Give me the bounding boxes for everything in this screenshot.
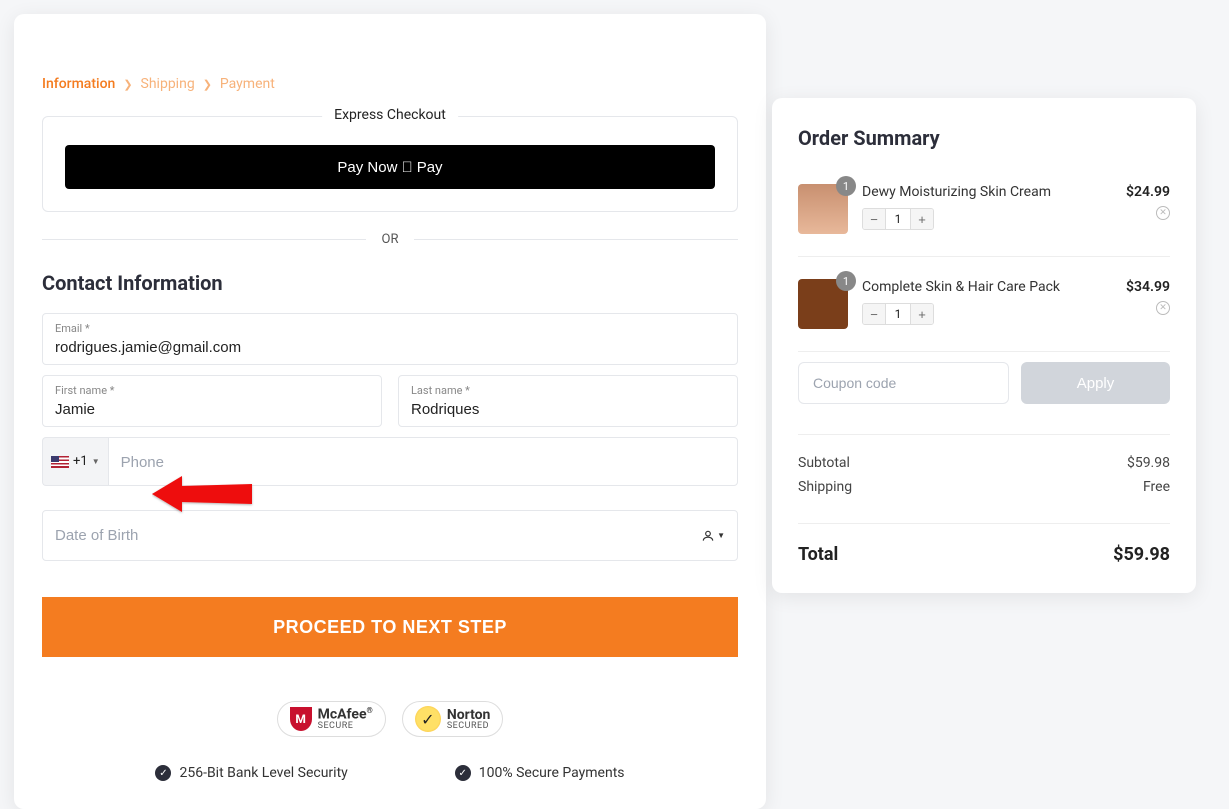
apple-icon:  xyxy=(401,159,412,176)
or-text: OR xyxy=(382,232,399,247)
qty-value: 1 xyxy=(885,304,911,324)
shipping-value: Free xyxy=(1143,479,1170,495)
qty-decrease-button[interactable]: − xyxy=(863,304,885,324)
coupon-input[interactable] xyxy=(798,362,1009,404)
last-name-input[interactable] xyxy=(411,401,725,418)
chevron-right-icon: ❯ xyxy=(123,78,132,91)
security-item-256bit: ✓ 256-Bit Bank Level Security xyxy=(155,765,347,781)
first-name-label: First name * xyxy=(55,384,369,397)
or-divider: OR xyxy=(42,232,738,247)
reg-mark: ® xyxy=(367,706,373,715)
shipping-label: Shipping xyxy=(798,479,852,495)
norton-text: Norton xyxy=(447,708,491,722)
coupon-row: Apply xyxy=(798,362,1170,404)
subtotal-label: Subtotal xyxy=(798,455,850,471)
subtotal-line: Subtotal $59.98 xyxy=(798,455,1170,471)
product-image: 1 xyxy=(798,184,848,234)
last-name-label: Last name * xyxy=(411,384,725,397)
qty-decrease-button[interactable]: − xyxy=(863,209,885,229)
qty-increase-button[interactable]: + xyxy=(911,209,933,229)
email-input[interactable] xyxy=(55,339,725,356)
chevron-right-icon: ❯ xyxy=(203,78,212,91)
divider-line xyxy=(42,239,366,240)
phone-field-wrapper: +1 ▼ xyxy=(42,437,738,486)
phone-input[interactable] xyxy=(121,454,725,471)
norton-check-icon: ✓ xyxy=(415,706,441,732)
product-name: Dewy Moisturizing Skin Cream xyxy=(862,184,1112,200)
product-price: $34.99 xyxy=(1126,279,1170,295)
express-checkout-box: Express Checkout Pay Now Pay xyxy=(42,116,738,212)
breadcrumb: Information ❯ Shipping ❯ Payment xyxy=(42,76,738,92)
pay-suffix: Pay xyxy=(417,159,443,176)
order-summary-title: Order Summary xyxy=(798,126,1170,150)
chevron-down-icon: ▼ xyxy=(717,531,725,540)
us-flag-icon xyxy=(51,456,69,468)
qty-badge: 1 xyxy=(836,176,856,196)
breadcrumb-step-shipping[interactable]: Shipping xyxy=(141,76,195,92)
qty-badge: 1 xyxy=(836,271,856,291)
total-label: Total xyxy=(798,544,838,565)
security-text: 256-Bit Bank Level Security xyxy=(179,765,347,781)
totals-section: Subtotal $59.98 Shipping Free Total $59.… xyxy=(798,434,1170,565)
apply-coupon-button[interactable]: Apply xyxy=(1021,362,1170,404)
check-circle-icon: ✓ xyxy=(455,765,471,781)
qty-stepper: − 1 + xyxy=(862,303,934,325)
email-field-wrapper[interactable]: Email * xyxy=(42,313,738,365)
subtotal-value: $59.98 xyxy=(1127,455,1170,471)
remove-item-button[interactable]: ✕ xyxy=(1156,301,1170,315)
shipping-line: Shipping Free xyxy=(798,479,1170,495)
pay-now-text: Pay Now xyxy=(337,159,397,176)
order-summary-card: Order Summary 1 Dewy Moisturizing Skin C… xyxy=(772,98,1196,593)
contact-info-title: Contact Information xyxy=(42,271,738,295)
cart-item: 1 Complete Skin & Hair Care Pack − 1 + $… xyxy=(798,267,1170,352)
product-image: 1 xyxy=(798,279,848,329)
last-name-field-wrapper[interactable]: Last name * xyxy=(398,375,738,427)
first-name-input[interactable] xyxy=(55,401,369,418)
dob-input[interactable] xyxy=(55,527,701,544)
phone-input-wrapper[interactable] xyxy=(108,437,738,486)
product-name: Complete Skin & Hair Care Pack xyxy=(862,279,1112,295)
email-label: Email * xyxy=(55,322,725,335)
total-value: $59.98 xyxy=(1113,544,1170,565)
security-assurance-row: ✓ 256-Bit Bank Level Security ✓ 100% Sec… xyxy=(42,765,738,781)
mcafee-badge: M McAfee® SECURE xyxy=(277,701,386,737)
breadcrumb-step-payment[interactable]: Payment xyxy=(220,76,275,92)
dob-field-wrapper[interactable]: ▼ xyxy=(42,510,738,561)
grand-total-line: Total $59.98 xyxy=(798,523,1170,565)
chevron-down-icon: ▼ xyxy=(92,457,100,466)
express-checkout-label: Express Checkout xyxy=(322,107,458,123)
pay-now-button[interactable]: Pay Now  Pay xyxy=(65,145,715,189)
norton-subtext: SECURED xyxy=(447,722,491,731)
divider-line xyxy=(414,239,738,240)
mcafee-shield-icon: M xyxy=(290,707,312,731)
breadcrumb-step-information[interactable]: Information xyxy=(42,76,115,92)
product-price: $24.99 xyxy=(1126,184,1170,200)
remove-item-button[interactable]: ✕ xyxy=(1156,206,1170,220)
check-circle-icon: ✓ xyxy=(155,765,171,781)
qty-value: 1 xyxy=(885,209,911,229)
security-item-secure-payments: ✓ 100% Secure Payments xyxy=(455,765,625,781)
country-code-selector[interactable]: +1 ▼ xyxy=(42,437,108,486)
first-name-field-wrapper[interactable]: First name * xyxy=(42,375,382,427)
mcafee-subtext: SECURE xyxy=(318,722,373,731)
proceed-button[interactable]: PROCEED TO NEXT STEP xyxy=(42,597,738,657)
qty-increase-button[interactable]: + xyxy=(911,304,933,324)
trust-badges-row: M McAfee® SECURE ✓ Norton SECURED xyxy=(42,701,738,737)
security-text: 100% Secure Payments xyxy=(479,765,625,781)
qty-stepper: − 1 + xyxy=(862,208,934,230)
profile-dropdown-icon[interactable]: ▼ xyxy=(701,529,725,543)
norton-badge: ✓ Norton SECURED xyxy=(402,701,504,737)
checkout-form-card: Information ❯ Shipping ❯ Payment Express… xyxy=(14,14,766,809)
country-code-text: +1 xyxy=(73,454,88,469)
cart-item: 1 Dewy Moisturizing Skin Cream − 1 + $24… xyxy=(798,172,1170,257)
